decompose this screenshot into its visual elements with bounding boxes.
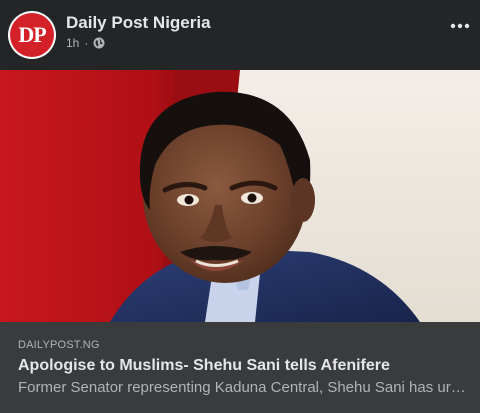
link-domain: DAILYPOST.NG xyxy=(18,339,100,351)
post-timestamp[interactable]: 1h xyxy=(66,36,79,50)
feed-post: DP Daily Post Nigeria 1h · DAILYPOST.NG … xyxy=(0,0,480,413)
link-preview[interactable]: DAILYPOST.NG Apologise to Muslims- Shehu… xyxy=(0,322,480,413)
post-image[interactable] xyxy=(0,70,480,322)
link-headline[interactable]: Apologise to Muslims- Shehu Sani tells A… xyxy=(18,356,390,376)
avatar-logo: DP xyxy=(10,13,54,57)
globe-icon xyxy=(93,37,105,49)
more-horizontal-icon xyxy=(450,23,470,29)
more-options-button[interactable] xyxy=(448,14,472,38)
post-meta: 1h · xyxy=(66,36,105,50)
post-header: DP Daily Post Nigeria 1h · xyxy=(0,0,480,70)
page-name[interactable]: Daily Post Nigeria xyxy=(66,13,211,33)
link-description: Former Senator representing Kaduna Centr… xyxy=(18,379,468,396)
page-avatar[interactable]: DP xyxy=(8,11,56,59)
portrait-photo xyxy=(0,70,480,322)
meta-separator: · xyxy=(84,36,89,50)
